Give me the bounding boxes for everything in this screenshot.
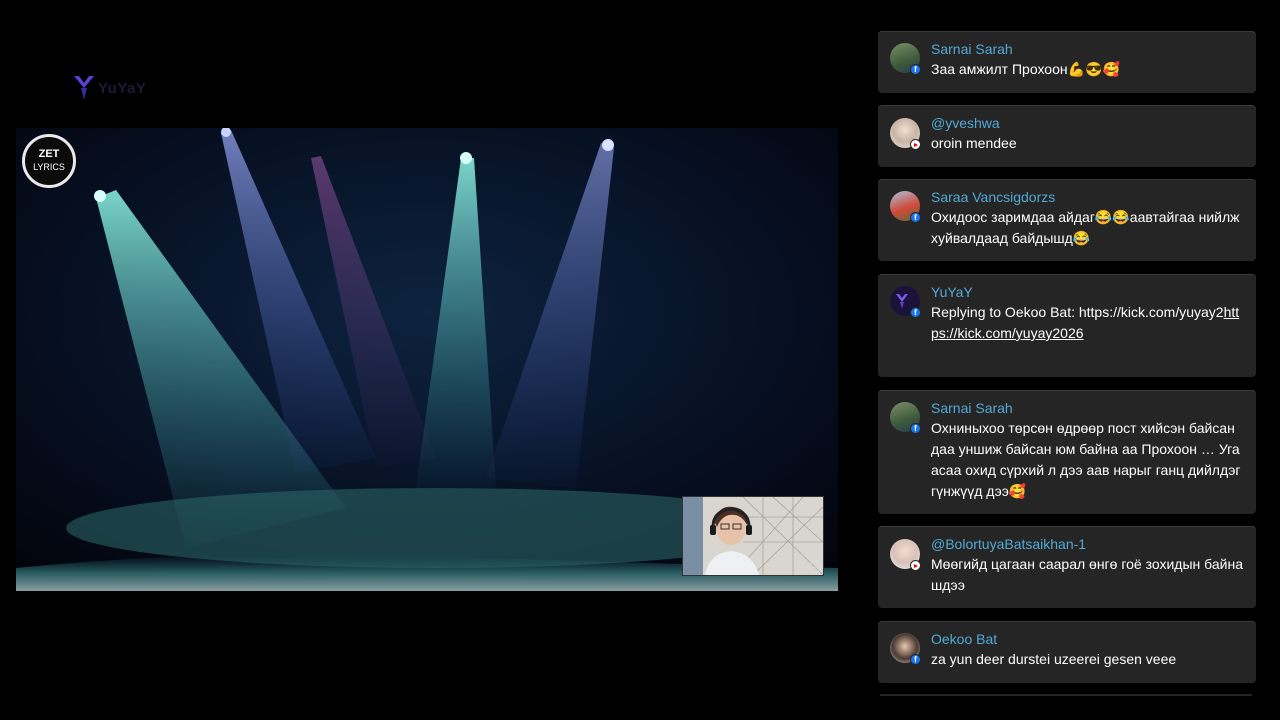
chat-message: f Saraa Vancsigdorzs Охидоос заримдаа ай… [878,179,1256,261]
message-author[interactable]: Sarnai Sarah [931,400,1013,416]
chat-message: f Sarnai Sarah Охниныхоо төрсөн өдрөөр п… [878,390,1256,514]
message-author[interactable]: YuYaY [931,284,973,300]
zet-lyrics-badge: ZET LYRICS [22,134,76,188]
next-message-edge [880,694,1252,696]
video-player[interactable]: ZET LYRICS ⋯ [16,128,838,591]
message-text: Охниныхоо төрсөн өдрөөр пост хийсэн байс… [931,420,1241,499]
webcam-person-image [683,497,823,575]
youtube-icon [910,139,921,150]
message-author[interactable]: Saraa Vancsigdorzs [931,189,1055,205]
chat-message: f Sarnai Sarah Заа амжилт Прохоон💪😎🥰 [878,31,1256,93]
chat-message: @yveshwa oroin mendee [878,105,1256,167]
youtube-icon [910,560,921,571]
message-author[interactable]: Oekoo Bat [931,631,997,647]
channel-logo: YuYaY [72,74,146,102]
facebook-icon: f [910,64,921,75]
message-text: Заа амжилт Прохоон💪😎🥰 [931,61,1120,77]
webcam-options-icon[interactable]: ⋯ [809,561,821,573]
message-text: za yun deer durstei uzeerei gesen veee [931,651,1177,667]
message-author[interactable]: @yveshwa [931,115,1000,131]
badge-line2: LYRICS [33,162,65,172]
message-author[interactable]: Sarnai Sarah [931,41,1013,57]
chat-message: @BolortuyaBatsaikhan-1 Мөөгийд цагаан са… [878,526,1256,608]
yuyay-logo-icon [74,76,94,100]
message-text-prefix: Replying to Oekoo Bat: https://kick.com/… [931,304,1224,320]
chat-message: f YuYaY Replying to Oekoo Bat: https://k… [878,274,1256,377]
message-text: oroin mendee [931,135,1017,151]
facebook-icon: f [910,423,921,434]
message-text: Replying to Oekoo Bat: https://kick.com/… [931,302,1243,344]
chat-message: f Oekoo Bat za yun deer durstei uzeerei … [878,621,1256,683]
logo-text: YuYaY [98,79,147,97]
badge-line1: ZET [38,148,60,160]
message-text: Охидоос заримдаа айдаг😂😂аавтайгаа нийлж … [931,209,1240,246]
message-author[interactable]: @BolortuyaBatsaikhan-1 [931,536,1086,552]
facebook-icon: f [910,654,921,665]
facebook-icon: f [910,212,921,223]
message-text: Мөөгийд цагаан саарал өнгө гоё зохидын б… [931,556,1243,593]
facebook-icon: f [910,307,921,318]
webcam-overlay: ⋯ [682,496,824,576]
